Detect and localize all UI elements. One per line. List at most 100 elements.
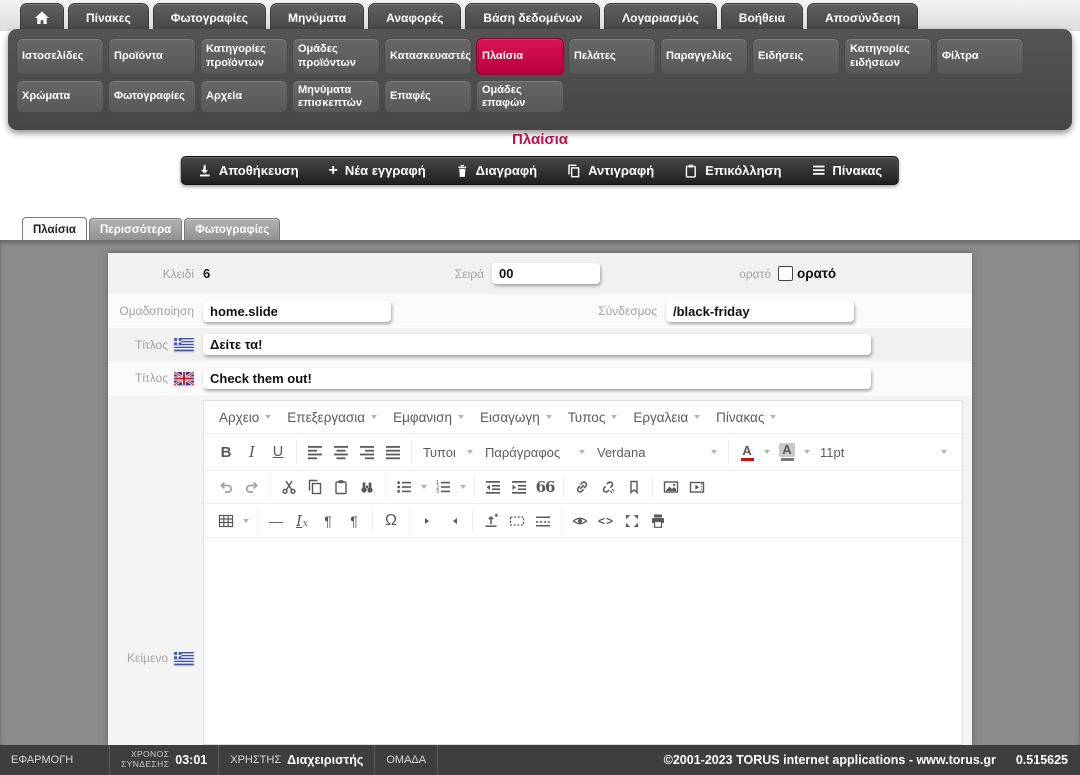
indent-button[interactable]	[506, 474, 532, 500]
module-button-news[interactable]: Ειδήσεις	[752, 38, 840, 75]
editor-toolbar-1: B I U Τυποι Παράγραφος Verdana A	[204, 434, 962, 471]
paste-record-button[interactable]: Επικόλληση	[684, 163, 781, 178]
editor-content-area[interactable]	[204, 538, 962, 744]
tab-logout[interactable]: Αποσύνδεση	[807, 3, 918, 31]
block-format-dropdown[interactable]: Παράγραφος	[479, 439, 591, 465]
insert-image-button[interactable]	[658, 474, 684, 500]
module-button-manufacturers[interactable]: Κατασκευαστές	[384, 38, 472, 75]
horizontal-rule-button[interactable]: —	[263, 508, 289, 534]
align-center-button[interactable]	[328, 439, 354, 465]
module-button-websites[interactable]: Ιστοσελίδες	[16, 38, 104, 75]
order-input[interactable]	[492, 263, 600, 284]
bullet-list-caret[interactable]	[417, 474, 430, 500]
numbered-list-caret[interactable]	[456, 474, 469, 500]
module-button-files[interactable]: Αρχεία	[200, 80, 288, 113]
tab-reports[interactable]: Αναφορές	[368, 3, 461, 31]
styles-dropdown[interactable]: Τυποι	[417, 439, 479, 465]
module-button-photos[interactable]: Φωτογραφίες	[108, 80, 196, 113]
paragraph-button[interactable]: ¶	[341, 508, 367, 534]
module-button-contacts[interactable]: Επαφές	[384, 80, 472, 113]
copy-button[interactable]	[302, 474, 328, 500]
underline-button[interactable]: U	[265, 439, 291, 465]
module-button-frames[interactable]: Πλαίσια	[476, 38, 564, 75]
tab-photos[interactable]: Φωτογραφίες	[153, 3, 266, 31]
editor-menu-table[interactable]: Πίνακας	[708, 410, 784, 425]
record-tab-photos[interactable]: Φωτογραφίες	[184, 218, 280, 241]
visual-blocks-button[interactable]	[504, 508, 530, 534]
group-input[interactable]	[203, 301, 391, 322]
editor-menu-tools[interactable]: Εργαλεια	[625, 410, 708, 425]
module-button-customers[interactable]: Πελάτες	[568, 38, 656, 75]
clear-formatting-button[interactable]: Ix	[289, 508, 315, 534]
table-button[interactable]	[213, 508, 239, 534]
anchor-button[interactable]	[621, 474, 647, 500]
undo-button[interactable]	[213, 474, 239, 500]
background-color-button[interactable]: A	[774, 439, 800, 465]
font-family-dropdown[interactable]: Verdana	[591, 439, 723, 465]
module-button-filters[interactable]: Φίλτρα	[936, 38, 1024, 75]
editor-menu-format[interactable]: Τυπος	[560, 410, 626, 425]
module-button-news-categories[interactable]: Κατηγορίες ειδήσεων	[844, 38, 932, 75]
text-color-button[interactable]: A	[734, 439, 760, 465]
print-button[interactable]	[645, 508, 671, 534]
tab-messages[interactable]: Μηνύματα	[270, 3, 364, 31]
editor-menu-edit[interactable]: Επεξεργασια	[279, 410, 385, 425]
module-button-product-groups[interactable]: Ομάδες προϊόντων	[292, 38, 380, 75]
link-button[interactable]	[569, 474, 595, 500]
module-button-product-categories[interactable]: Κατηγορίες προϊόντων	[200, 38, 288, 75]
user-value: Διαχειριστής	[287, 753, 363, 767]
table-view-button[interactable]: Πίνακας	[811, 163, 882, 178]
delete-button[interactable]: Διαγραφή	[456, 163, 537, 178]
source-code-button[interactable]: <>	[593, 508, 619, 534]
insert-template-button[interactable]	[478, 508, 504, 534]
align-left-button[interactable]	[302, 439, 328, 465]
align-right-button[interactable]	[354, 439, 380, 465]
ltr-button[interactable]	[415, 508, 441, 534]
module-button-products[interactable]: Προϊόντα	[108, 38, 196, 75]
fullscreen-button[interactable]	[619, 508, 645, 534]
tab-account[interactable]: Λογαριασμός	[604, 3, 717, 31]
show-invisibles-button[interactable]: ¶	[315, 508, 341, 534]
numbered-list-button[interactable]: 123	[430, 474, 456, 500]
rtl-button[interactable]	[441, 508, 467, 534]
title-el-input[interactable]	[203, 334, 871, 355]
background-color-caret[interactable]	[800, 439, 814, 465]
unlink-button[interactable]	[595, 474, 621, 500]
record-tab-more[interactable]: Περισσότερα	[89, 218, 182, 241]
preview-button[interactable]	[567, 508, 593, 534]
paste-button[interactable]	[328, 474, 354, 500]
find-replace-button[interactable]	[354, 474, 380, 500]
blockquote-button[interactable]: 66	[532, 474, 558, 500]
tab-tables[interactable]: Πίνακες	[68, 3, 149, 31]
tab-help[interactable]: Βοήθεια	[721, 3, 803, 31]
bullet-list-button[interactable]	[391, 474, 417, 500]
insert-media-button[interactable]	[684, 474, 710, 500]
editor-menu-file[interactable]: Αρχειο	[211, 410, 279, 425]
save-button[interactable]: Αποθήκευση	[198, 163, 299, 178]
table-caret[interactable]	[239, 508, 252, 534]
link-input[interactable]	[666, 301, 854, 322]
home-tab[interactable]	[20, 3, 64, 31]
text-color-caret[interactable]	[760, 439, 774, 465]
title-en-input[interactable]	[203, 368, 871, 389]
module-button-visitor-messages[interactable]: Μηνύματα επισκεπτών	[292, 80, 380, 113]
outdent-button[interactable]	[480, 474, 506, 500]
record-tab-frames[interactable]: Πλαίσια	[22, 217, 87, 241]
copy-record-button[interactable]: Αντιγραφή	[567, 163, 654, 178]
visible-checkbox[interactable]	[778, 266, 793, 281]
cut-button[interactable]	[276, 474, 302, 500]
page-break-button[interactable]	[530, 508, 556, 534]
italic-button[interactable]: I	[239, 439, 265, 465]
font-size-dropdown[interactable]: 11pt	[814, 439, 953, 465]
tab-database[interactable]: Βάση δεδομένων	[465, 3, 600, 31]
module-button-colors[interactable]: Χρώματα	[16, 80, 104, 113]
new-record-button[interactable]: + Νέα εγγραφή	[329, 163, 426, 179]
module-button-orders[interactable]: Παραγγελίες	[660, 38, 748, 75]
justify-button[interactable]	[380, 439, 406, 465]
module-button-contact-groups[interactable]: Ομάδες επαφών	[476, 80, 564, 113]
redo-button[interactable]	[239, 474, 265, 500]
special-character-button[interactable]: Ω	[378, 508, 404, 534]
editor-menu-insert[interactable]: Εισαγωγη	[472, 410, 560, 425]
editor-menu-view[interactable]: Εμφανιση	[385, 410, 472, 425]
bold-button[interactable]: B	[213, 439, 239, 465]
